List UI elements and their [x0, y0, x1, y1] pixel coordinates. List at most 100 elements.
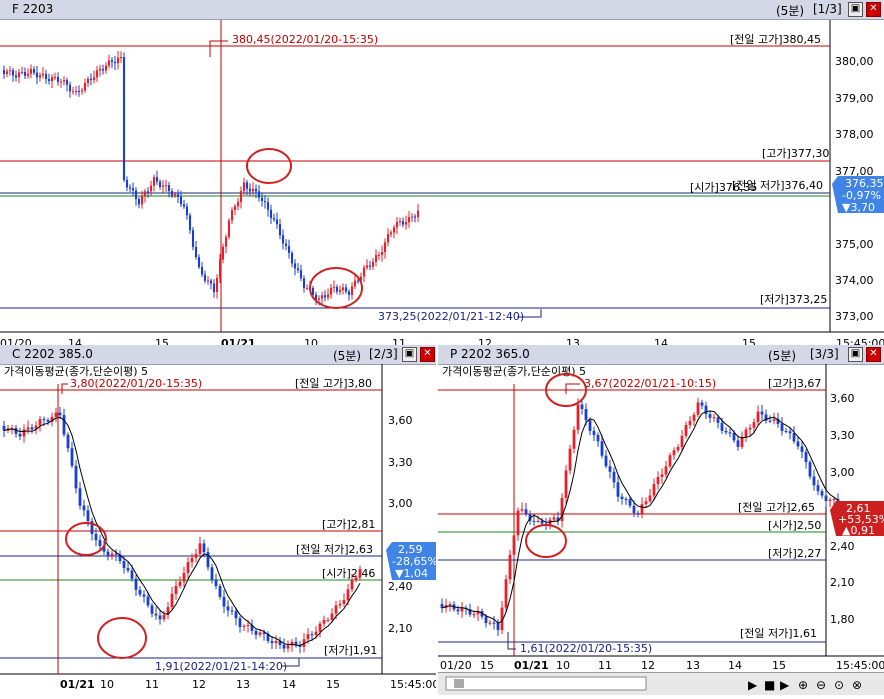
p2-xtick: 01/21	[60, 678, 95, 691]
candle	[154, 613, 158, 616]
play-icon[interactable]: ▶	[748, 678, 758, 692]
candle	[644, 501, 648, 505]
candle	[496, 623, 500, 631]
zoom-in-icon[interactable]: ⊕	[798, 678, 808, 692]
candle	[86, 78, 90, 84]
candle	[65, 80, 69, 85]
candle	[14, 75, 18, 78]
p2-xtick: 15	[326, 678, 340, 691]
candle	[564, 470, 568, 498]
candle	[98, 68, 102, 71]
candle	[552, 517, 556, 520]
candle	[218, 586, 222, 597]
candle	[368, 265, 372, 267]
candle	[383, 242, 387, 252]
candle	[752, 422, 756, 428]
candle	[407, 217, 411, 223]
p2-xtick: 15:45:00	[390, 678, 436, 691]
p3-xtick: 01/21	[514, 659, 549, 672]
candle	[138, 589, 142, 595]
candle	[182, 204, 186, 207]
p1-change: ▼3,70	[842, 201, 875, 214]
candle	[596, 435, 600, 442]
p2-low-marker: 1,91(2022/01/21-14:20)	[155, 660, 287, 673]
candle	[808, 462, 812, 477]
panel1-chart[interactable]: 380,00 379,00 378,00 377,00 375,00 374,0…	[0, 20, 884, 350]
next-icon[interactable]: ▶	[780, 678, 790, 692]
candle	[44, 73, 48, 80]
candle	[78, 488, 82, 506]
candle	[38, 419, 42, 426]
candle	[30, 427, 34, 430]
candle	[218, 259, 222, 278]
panel3-close-button[interactable]: ✕	[866, 347, 881, 362]
candle	[344, 287, 348, 292]
candle	[648, 495, 652, 502]
candle	[234, 611, 238, 619]
pause-icon[interactable]: ■	[764, 678, 775, 692]
candle	[176, 194, 180, 197]
candle	[125, 180, 129, 188]
candle	[322, 620, 326, 624]
candle	[92, 77, 96, 81]
candle	[140, 195, 144, 205]
candle	[334, 605, 338, 614]
candle	[812, 476, 816, 486]
candle	[800, 446, 804, 452]
candle	[70, 448, 74, 466]
candle	[179, 196, 183, 205]
panel3-chart[interactable]: 가격이동평균(종가,단순이평) 5 3,60 3,30 3,00 2,40 2,…	[438, 364, 884, 674]
candle	[484, 616, 488, 623]
candle	[32, 69, 36, 73]
candle	[83, 83, 87, 91]
candle	[772, 419, 776, 421]
panel1-close-button[interactable]: ✕	[866, 2, 881, 17]
p3-open-label: [시가]2,50	[768, 519, 821, 532]
candle	[708, 414, 712, 418]
candle	[338, 289, 342, 292]
scroll-thumb[interactable]	[454, 679, 464, 688]
panel1-index: [1/3]	[813, 2, 842, 16]
candle	[680, 435, 684, 447]
candle	[460, 607, 464, 612]
candle	[17, 72, 21, 78]
zoom-fit-icon[interactable]: ⊗	[852, 678, 862, 692]
candle	[38, 75, 42, 78]
p3-xtick: 15	[772, 659, 786, 672]
zoom-reset-icon[interactable]: ⊙	[834, 678, 844, 692]
panel2-chart[interactable]: 가격이동평균(종가,단순이평) 5 3,60 3,30 3,00 2,40 2,…	[0, 364, 436, 694]
candle	[696, 402, 700, 415]
candle	[170, 593, 174, 608]
candle	[672, 450, 676, 456]
scroll-track[interactable]	[445, 676, 647, 691]
panel2-maximize-button[interactable]: ▣	[402, 347, 417, 362]
candle	[146, 191, 150, 193]
candle	[346, 589, 350, 600]
candle	[226, 606, 230, 611]
candle	[600, 441, 604, 456]
candle	[386, 234, 390, 243]
panel1-maximize-button[interactable]: ▣	[848, 2, 863, 17]
p1-ytick: 380,00	[835, 55, 874, 68]
panel3-period: (5분)	[768, 349, 797, 363]
chart-navigation-toolbar[interactable]: ▶ ■ ▶ ⊕ ⊖ ⊙ ⊗	[438, 672, 884, 695]
candle	[358, 569, 362, 578]
candle	[532, 520, 536, 522]
candle	[326, 294, 330, 298]
p2-ytick: 2,40	[388, 580, 413, 593]
candle	[134, 190, 138, 200]
panel2-close-button[interactable]: ✕	[420, 347, 435, 362]
candle	[640, 504, 644, 514]
candle	[251, 188, 255, 192]
candle	[768, 420, 772, 422]
p3-ytick: 2,10	[830, 576, 855, 589]
candle	[338, 603, 342, 606]
candle	[472, 614, 476, 616]
candle	[8, 70, 12, 72]
candle	[46, 419, 50, 422]
candle	[29, 69, 33, 74]
p2-ytick: 3,30	[388, 456, 413, 469]
zoom-out-icon[interactable]: ⊖	[816, 678, 826, 692]
panel3-maximize-button[interactable]: ▣	[848, 347, 863, 362]
p1-ytick: 379,00	[835, 92, 874, 105]
